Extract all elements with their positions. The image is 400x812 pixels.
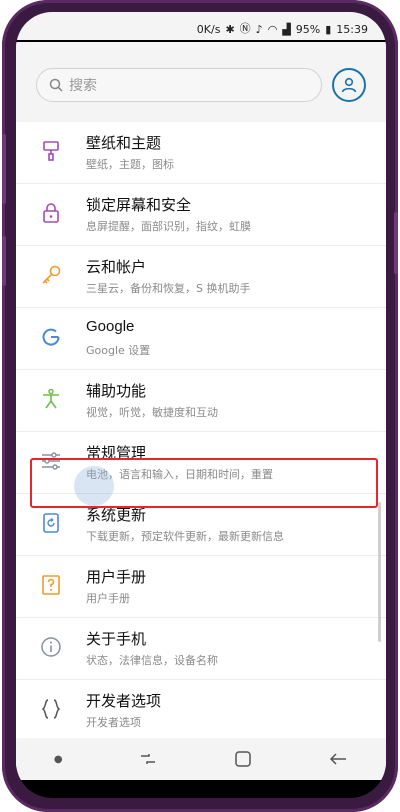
settings-list: 壁纸和主题 壁纸，主题，图标 锁定屏幕和安全 息屏提醒，面部识别，指纹，虹膜 云… (16, 122, 386, 742)
bixby-button (2, 236, 6, 286)
settings-item-title: 云和帐户 (86, 259, 147, 276)
settings-item-title: 锁定屏幕和安全 (86, 197, 192, 214)
settings-item-subtitle: 下载更新，预定软件更新，最新更新信息 (86, 530, 284, 543)
settings-item-developer-options[interactable]: 开发者选项 开发者选项 (16, 680, 386, 742)
back-button[interactable] (328, 751, 348, 767)
scrollbar[interactable] (378, 502, 381, 642)
paintbrush-icon (38, 138, 64, 164)
settings-item-lockscreen[interactable]: 锁定屏幕和安全 息屏提醒，面部识别，指纹，虹膜 (16, 184, 386, 246)
wifi-icon: ◠ (267, 23, 278, 36)
settings-item-title: 壁纸和主题 (86, 135, 162, 152)
settings-item-about-phone[interactable]: 关于手机 状态，法律信息，设备名称 (16, 618, 386, 680)
home-button[interactable] (234, 750, 252, 768)
search-placeholder: 搜索 (69, 78, 97, 94)
settings-item-subtitle: 壁纸，主题，图标 (86, 158, 174, 171)
braces-icon (38, 696, 64, 722)
search-icon (49, 78, 63, 92)
search-input[interactable]: 搜索 (36, 68, 322, 102)
bluetooth-icon: ✱ (225, 23, 235, 36)
status-bar: 0K/s ✱ Ⓝ ♪ ◠ ▟ 95% ▮ 15:39 (16, 12, 386, 40)
settings-item-subtitle: Google 设置 (86, 344, 151, 357)
google-icon (38, 324, 64, 350)
volume-button (2, 134, 6, 204)
battery-level: 95% (295, 23, 321, 36)
settings-item-user-manual[interactable]: 用户手册 用户手册 (16, 556, 386, 618)
settings-item-subtitle: 视觉，听觉，敏捷度和互动 (86, 406, 218, 419)
settings-item-google[interactable]: Google Google 设置 (16, 308, 386, 370)
settings-item-title: Google (86, 318, 135, 335)
settings-item-title: 辅助功能 (86, 383, 147, 400)
settings-item-title: 用户手册 (86, 569, 147, 586)
navigation-bar: ● (16, 738, 386, 780)
highlight-box (30, 458, 378, 508)
info-icon (38, 634, 64, 660)
clock: 15:39 (336, 23, 368, 36)
account-avatar[interactable] (332, 68, 366, 102)
battery-icon: ▮ (325, 23, 332, 36)
settings-item-accessibility[interactable]: 辅助功能 视觉，听觉，敏捷度和互动 (16, 370, 386, 432)
recent-apps-button[interactable] (138, 752, 158, 766)
settings-item-subtitle: 用户手册 (86, 592, 130, 605)
power-button (394, 212, 398, 274)
settings-item-wallpaper[interactable]: 壁纸和主题 壁纸，主题，图标 (16, 122, 386, 184)
lock-icon (38, 200, 64, 226)
settings-page: 搜索 壁纸和主题 壁纸，主题，图标 锁定屏幕和安全 息屏提醒，面部识别，指纹，虹… (16, 42, 386, 768)
nfc-icon: Ⓝ (239, 22, 251, 35)
key-icon (38, 262, 64, 288)
screen: 0K/s ✱ Ⓝ ♪ ◠ ▟ 95% ▮ 15:39 搜索 壁纸和主题 壁纸，主… (16, 12, 386, 798)
settings-item-subtitle: 状态，法律信息，设备名称 (86, 654, 218, 667)
settings-item-subtitle: 三星云，备份和恢复，S 换机助手 (86, 282, 251, 295)
network-speed: 0K/s (196, 23, 221, 36)
phone-frame: 0K/s ✱ Ⓝ ♪ ◠ ▟ 95% ▮ 15:39 搜索 壁纸和主题 壁纸，主… (2, 0, 398, 812)
person-icon (341, 77, 357, 93)
accessibility-icon (38, 386, 64, 412)
settings-item-cloud-accounts[interactable]: 云和帐户 三星云，备份和恢复，S 换机助手 (16, 246, 386, 308)
settings-item-subtitle: 开发者选项 (86, 716, 141, 729)
header: 搜索 (16, 42, 386, 122)
dot-icon: ● (53, 753, 63, 765)
settings-item-title: 关于手机 (86, 631, 147, 648)
update-icon (38, 510, 64, 536)
settings-item-title: 开发者选项 (86, 693, 162, 710)
settings-item-subtitle: 息屏提醒，面部识别，指纹，虹膜 (86, 220, 251, 233)
signal-icon: ▟ (282, 23, 291, 36)
manual-icon (38, 572, 64, 598)
mute-icon: ♪ (255, 23, 263, 36)
